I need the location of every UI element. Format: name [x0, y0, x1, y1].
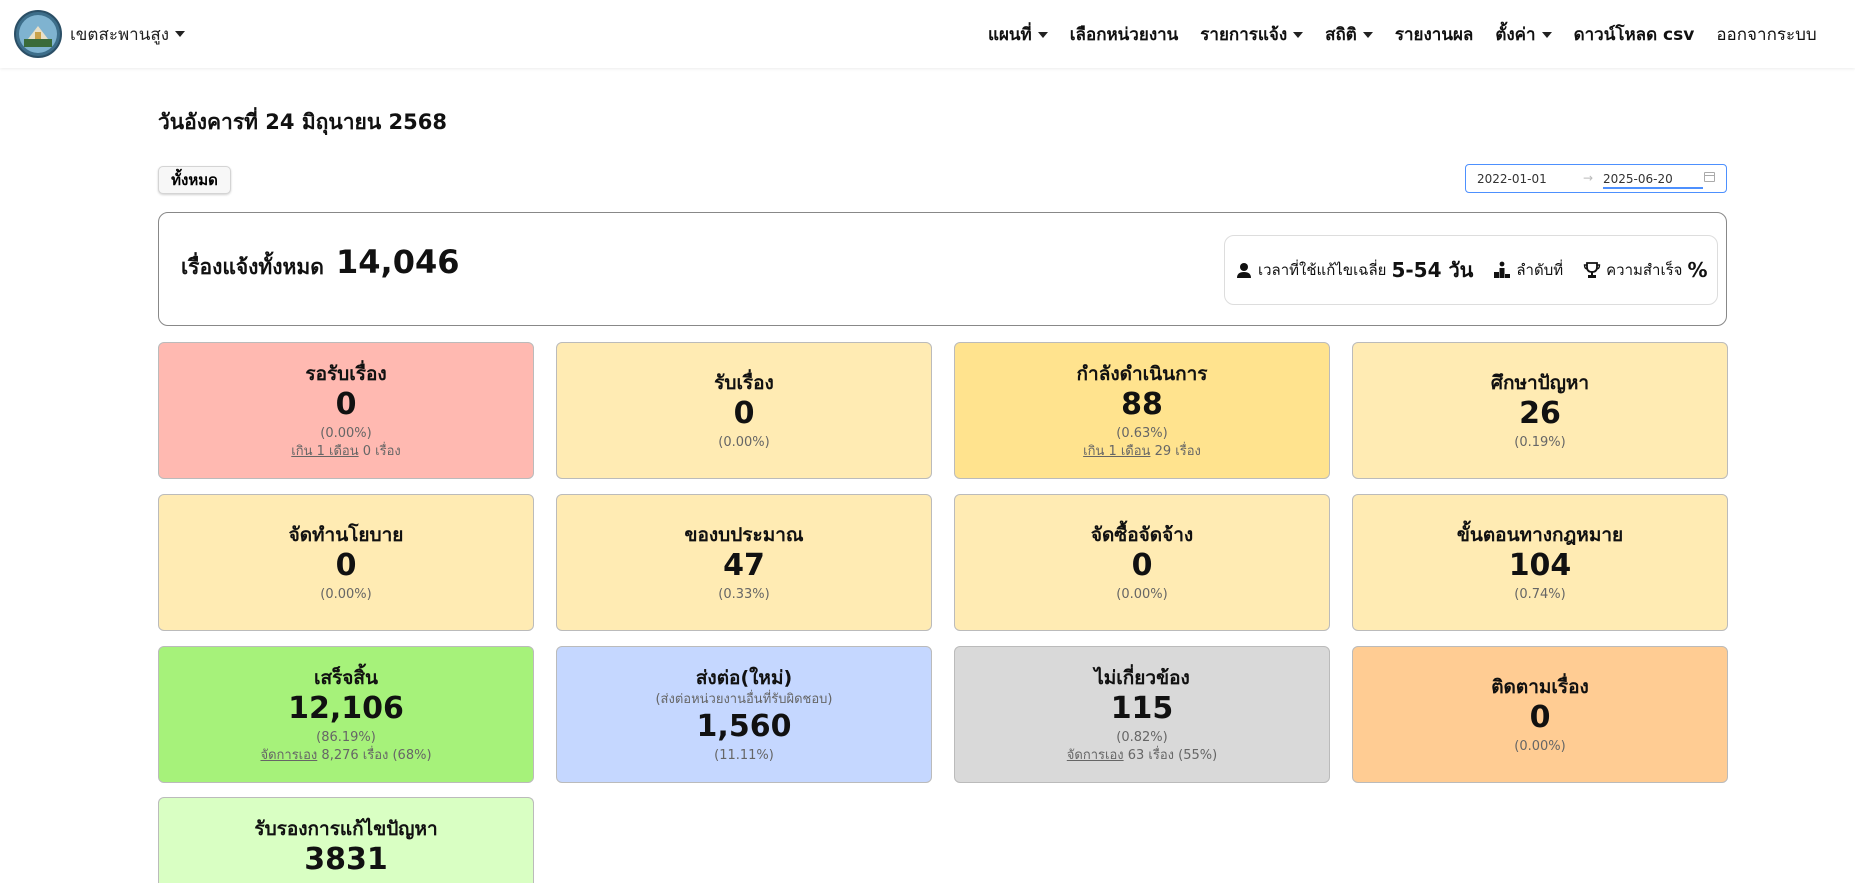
chevron-down-icon — [1293, 31, 1304, 38]
status-card-received[interactable]: รับเรื่อง 0 (0.00%) — [556, 342, 932, 479]
all-button[interactable]: ทั้งหมด — [158, 166, 231, 194]
status-card-pending[interactable]: รอรับเรื่อง 0 (0.00%) เกิน 1 เดือน 0 เรื… — [158, 342, 534, 479]
start-date-input[interactable]: 2022-01-01 — [1477, 172, 1547, 186]
chevron-down-icon — [1362, 31, 1373, 38]
success-stat: ความสำเร็จ % — [1573, 258, 1717, 282]
district-logo — [14, 10, 62, 58]
chevron-down-icon — [1037, 31, 1048, 38]
status-card-budget[interactable]: ของบประมาณ 47 (0.33%) — [556, 494, 932, 631]
status-card-study[interactable]: ศึกษาปัญหา 26 (0.19%) — [1352, 342, 1728, 479]
page-date: วันอังคารที่ 24 มิถุนายน 2568 — [158, 110, 447, 134]
nav-item-results-report[interactable]: รายงานผล — [1395, 21, 1473, 48]
stats-box: เวลาที่ใช้แก้ไขเฉลี่ย 5-54 วัน ลำดับที่ … — [1224, 235, 1718, 305]
brand-dropdown[interactable]: เขตสะพานสูง — [14, 10, 186, 58]
success-value: % — [1687, 258, 1708, 282]
calendar-icon[interactable] — [1704, 172, 1715, 182]
user-clock-icon — [1237, 263, 1251, 278]
status-card-done[interactable]: เสร็จสิ้น 12,106 (86.19%) จัดการเอง 8,27… — [158, 646, 534, 783]
self-handled-link[interactable]: จัดการเอง — [260, 748, 317, 763]
district-seal-icon — [19, 15, 57, 53]
avg-time-value: 5-54 วัน — [1391, 258, 1474, 282]
nav-item-map[interactable]: แผนที่ — [988, 21, 1048, 48]
nav-item-select-agency[interactable]: เลือกหน่วยงาน — [1070, 21, 1179, 48]
nav-item-reports-list[interactable]: รายการแจ้ง — [1200, 21, 1304, 48]
avg-time-stat: เวลาที่ใช้แก้ไขเฉลี่ย 5-54 วัน — [1225, 254, 1483, 286]
date-range-picker[interactable]: 2022-01-01 → 2025-06-20 — [1465, 164, 1727, 193]
status-card-irrelevant[interactable]: ไม่เกี่ยวข้อง 115 (0.82%) จัดการเอง 63 เ… — [954, 646, 1330, 783]
summary-title: เรื่องแจ้งทั้งหมด — [181, 255, 324, 279]
over-one-month-link[interactable]: เกิน 1 เดือน — [1083, 444, 1150, 459]
trophy-icon — [1583, 262, 1601, 278]
brand-name: เขตสะพานสูง — [70, 24, 170, 45]
rank-stat: ลำดับที่ — [1483, 258, 1573, 282]
ranking-icon — [1494, 261, 1511, 278]
chevron-down-icon — [1541, 31, 1552, 38]
status-card-follow-up[interactable]: ติดตามเรื่อง 0 (0.00%) — [1352, 646, 1728, 783]
summary-panel: เรื่องแจ้งทั้งหมด 14,046 เวลาที่ใช้แก้ไข… — [158, 212, 1727, 326]
self-handled-link[interactable]: จัดการเอง — [1067, 748, 1124, 763]
nav-item-statistics[interactable]: สถิติ — [1325, 21, 1373, 48]
nav-item-download-csv[interactable]: ดาวน์โหลด csv — [1574, 21, 1695, 48]
end-date-input[interactable]: 2025-06-20 — [1603, 172, 1673, 186]
summary-count: 14,046 — [336, 243, 460, 281]
status-card-legal[interactable]: ขั้นตอนทางกฎหมาย 104 (0.74%) — [1352, 494, 1728, 631]
status-card-forwarded[interactable]: ส่งต่อ(ใหม่) (ส่งต่อหน่วยงานอื่นที่รับผิ… — [556, 646, 932, 783]
status-card-in-progress[interactable]: กำลังดำเนินการ 88 (0.63%) เกิน 1 เดือน 2… — [954, 342, 1330, 479]
status-card-certified[interactable]: รับรองการแก้ไขปัญหา 3831 — [158, 797, 534, 883]
nav-item-settings[interactable]: ตั้งค่า — [1495, 21, 1552, 48]
arrow-right-icon: → — [1583, 171, 1594, 185]
nav-item-logout[interactable]: ออกจากระบบ — [1716, 21, 1816, 48]
status-card-policy[interactable]: จัดทำนโยบาย 0 (0.00%) — [158, 494, 534, 631]
active-input-indicator — [1603, 187, 1703, 189]
chevron-down-icon — [175, 31, 186, 37]
nav-menu: แผนที่ เลือกหน่วยงาน รายการแจ้ง สถิติ รา… — [988, 0, 1855, 68]
over-one-month-link[interactable]: เกิน 1 เดือน — [291, 444, 358, 459]
navbar: เขตสะพานสูง แผนที่ เลือกหน่วยงาน รายการแ… — [0, 0, 1855, 68]
status-card-procurement[interactable]: จัดซื้อจัดจ้าง 0 (0.00%) — [954, 494, 1330, 631]
